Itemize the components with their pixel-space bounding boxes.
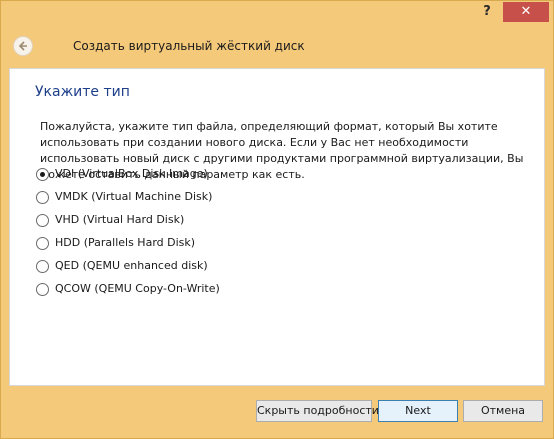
radio-option-hdd[interactable]: HDD (Parallels Hard Disk) bbox=[36, 236, 296, 259]
content-panel: Укажите тип Пожалуйста, укажите тип файл… bbox=[9, 68, 545, 386]
hide-details-button[interactable]: Скрыть подробности bbox=[256, 400, 379, 422]
radio-option-qed[interactable]: QED (QEMU enhanced disk) bbox=[36, 259, 296, 282]
radio-button[interactable] bbox=[36, 191, 49, 204]
wizard-header: Создать виртуальный жёсткий диск bbox=[1, 31, 553, 67]
radio-option-qcow[interactable]: QCOW (QEMU Copy-On-Write) bbox=[36, 282, 296, 305]
radio-option-vmdk[interactable]: VMDK (Virtual Machine Disk) bbox=[36, 190, 296, 213]
page-heading: Укажите тип bbox=[35, 84, 130, 100]
radio-label[interactable]: VDI (VirtualBox Disk Image) bbox=[55, 167, 208, 181]
cancel-button[interactable]: Отмена bbox=[463, 400, 543, 422]
radio-button[interactable] bbox=[36, 260, 49, 273]
next-button[interactable]: Next bbox=[378, 400, 458, 422]
radio-option-vhd[interactable]: VHD (Virtual Hard Disk) bbox=[36, 213, 296, 236]
radio-label[interactable]: VHD (Virtual Hard Disk) bbox=[55, 213, 184, 227]
radio-button[interactable] bbox=[36, 237, 49, 250]
title-bar: ? ✕ bbox=[1, 1, 553, 31]
radio-button[interactable] bbox=[36, 283, 49, 296]
window-title: Создать виртуальный жёсткий диск bbox=[73, 39, 305, 53]
radio-label[interactable]: QCOW (QEMU Copy-On-Write) bbox=[55, 282, 220, 296]
radio-option-vdi[interactable]: VDI (VirtualBox Disk Image) bbox=[36, 167, 296, 190]
radio-label[interactable]: VMDK (Virtual Machine Disk) bbox=[55, 190, 212, 204]
arrow-left-icon bbox=[18, 41, 27, 51]
back-button[interactable] bbox=[13, 36, 33, 56]
disk-type-radio-group: VDI (VirtualBox Disk Image) VMDK (Virtua… bbox=[36, 167, 296, 305]
dialog-window: ? ✕ Создать виртуальный жёсткий диск Ука… bbox=[0, 0, 554, 439]
help-button[interactable]: ? bbox=[472, 2, 502, 22]
radio-button[interactable] bbox=[36, 168, 49, 181]
radio-label[interactable]: HDD (Parallels Hard Disk) bbox=[55, 236, 195, 250]
button-bar: Скрыть подробности Next Отмена bbox=[1, 387, 553, 439]
close-button[interactable]: ✕ bbox=[503, 2, 549, 22]
radio-button[interactable] bbox=[36, 214, 49, 227]
radio-label[interactable]: QED (QEMU enhanced disk) bbox=[55, 259, 208, 273]
